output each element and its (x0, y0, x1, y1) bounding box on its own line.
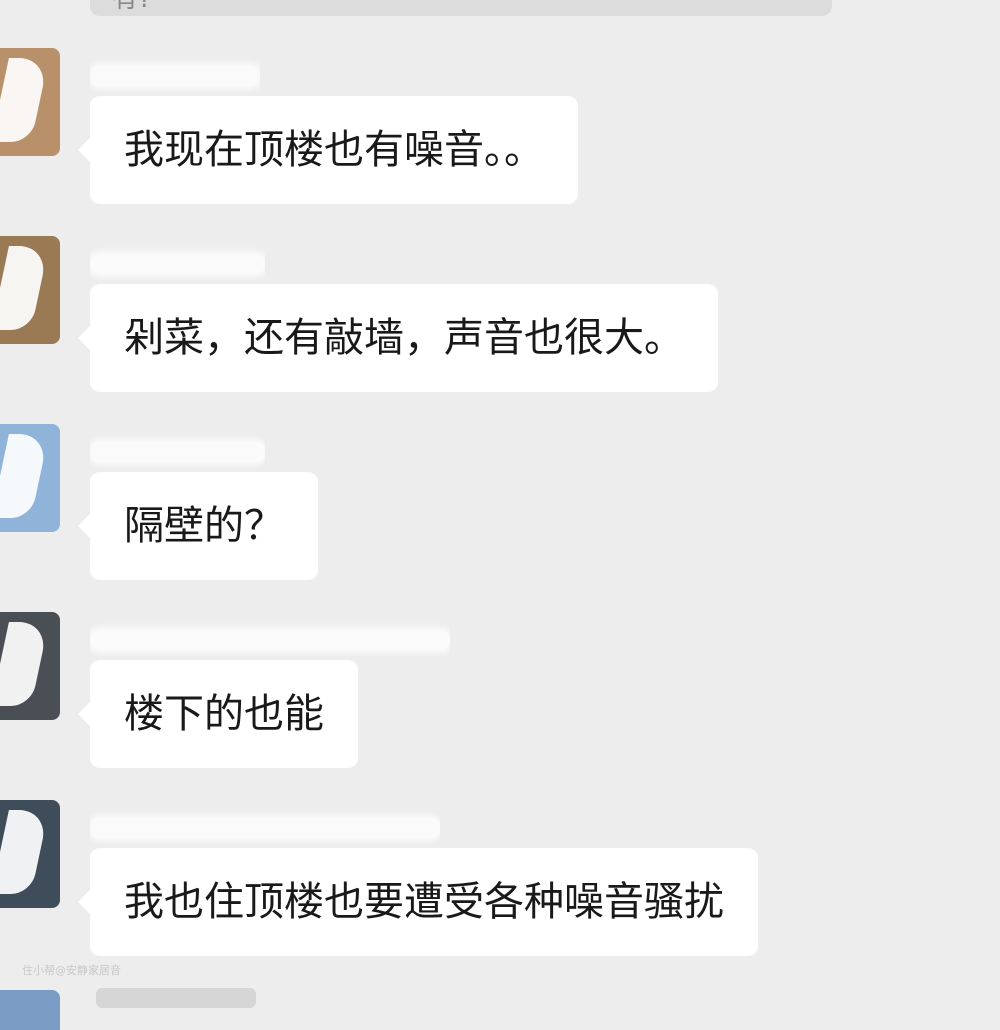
redacted-name (90, 817, 440, 838)
chat-message: 我也住顶楼也要遭受各种噪音骚扰 (0, 800, 1000, 980)
message-bubble[interactable]: 剁菜，还有敲墙，声音也很大。 (78, 284, 718, 392)
chat-message: 剁菜，还有敲墙，声音也很大。 (0, 236, 1000, 416)
avatar[interactable] (0, 236, 60, 344)
chat-message: 隔壁的？ (0, 424, 1000, 604)
avatar[interactable] (0, 48, 60, 156)
sender-name (96, 988, 256, 1008)
previous-message-text: 有? (112, 0, 152, 14)
sender-name (90, 58, 260, 92)
redacted-name (90, 253, 265, 274)
avatar[interactable] (0, 424, 60, 532)
redacted-name (90, 629, 450, 650)
chat-message-list[interactable]: 有? 我现在顶楼也有噪音。。 剁菜，还有敲墙，声音也很大。 隔壁的？ 楼下的也能 (0, 0, 1000, 1030)
sender-name (90, 246, 265, 280)
message-bubble[interactable]: 楼下的也能 (78, 660, 358, 768)
message-bubble[interactable]: 隔壁的？ (78, 472, 318, 580)
sender-name (90, 810, 440, 844)
chat-message: 楼下的也能 (0, 612, 1000, 792)
watermark: 住小帮@安静家居音 (22, 964, 121, 977)
redacted-name (90, 441, 265, 462)
avatar[interactable] (0, 800, 60, 908)
avatar[interactable] (0, 990, 60, 1030)
message-bubble[interactable]: 我也住顶楼也要遭受各种噪音骚扰 (78, 848, 758, 956)
sender-name (90, 622, 450, 656)
redacted-name (90, 65, 260, 86)
avatar[interactable] (0, 612, 60, 720)
sender-name (90, 434, 265, 468)
chat-message: 我现在顶楼也有噪音。。 (0, 48, 1000, 228)
previous-message-bubble[interactable] (90, 0, 832, 16)
message-bubble[interactable]: 我现在顶楼也有噪音。。 (78, 96, 578, 204)
